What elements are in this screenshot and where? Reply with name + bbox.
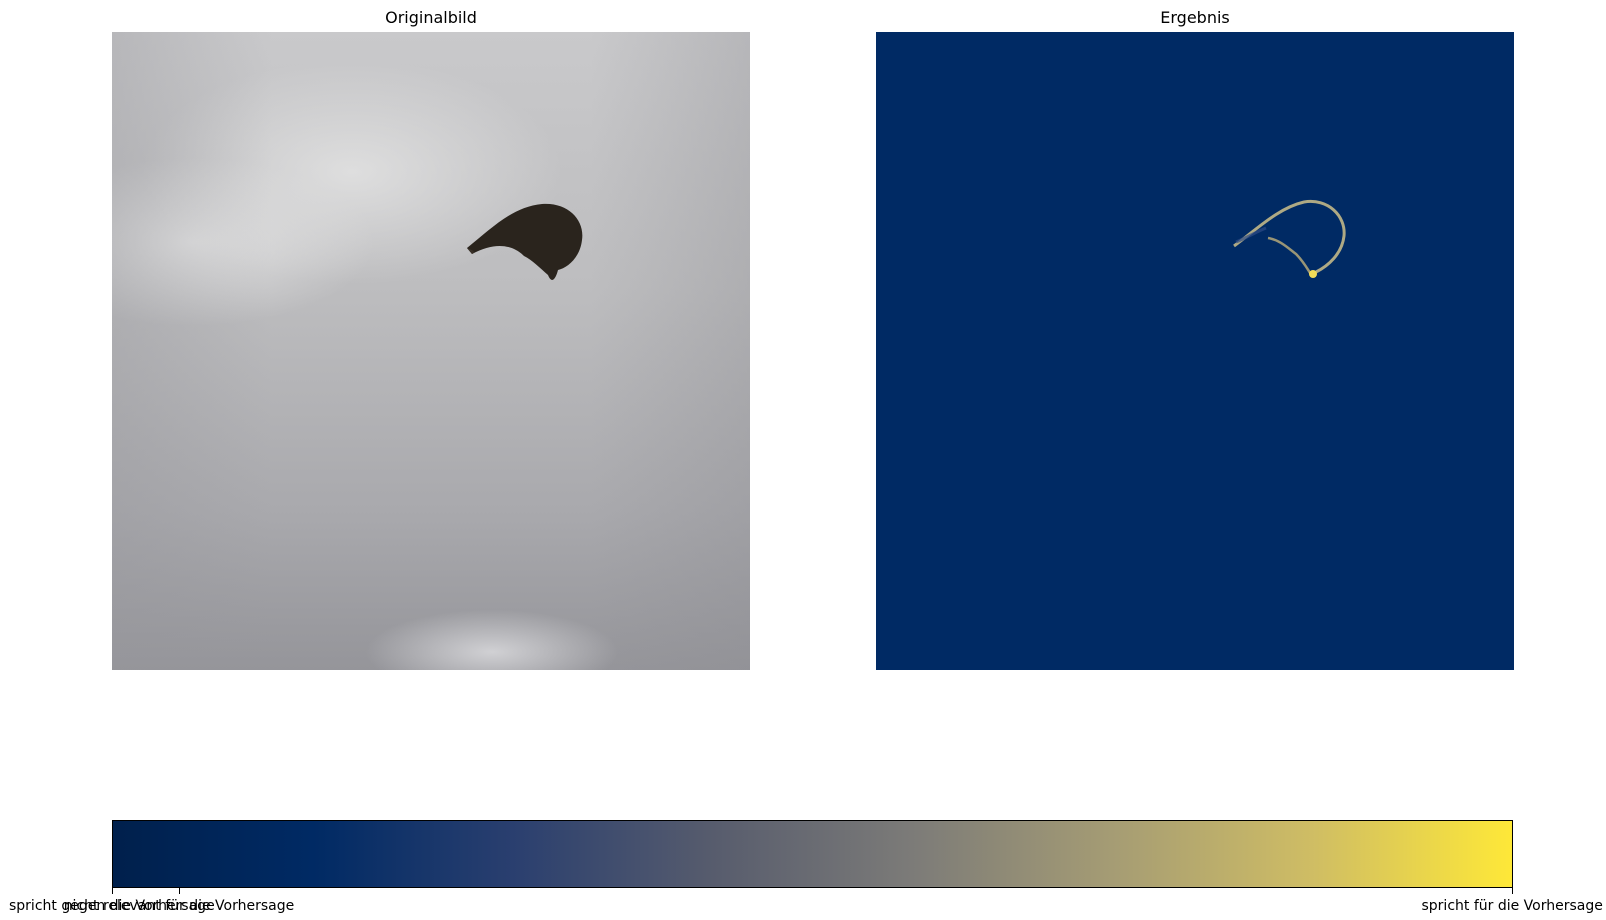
- colorbar-tick: [112, 888, 113, 894]
- colorbar-tick: [1512, 888, 1513, 894]
- original-image: [112, 32, 750, 670]
- colorbar-tick-label: nicht relevant für die Vorhersage: [63, 898, 295, 914]
- result-heatmap: [876, 32, 1514, 670]
- attribution-outline: [1233, 199, 1346, 278]
- result-image-title: Ergebnis: [1160, 8, 1230, 27]
- colorbar: [112, 820, 1513, 888]
- colorbar-tick-label: spricht für die Vorhersage: [1421, 898, 1603, 914]
- colorbar-tick: [179, 888, 181, 894]
- bird-silhouette: [467, 203, 583, 280]
- original-image-title: Originalbild: [385, 8, 477, 27]
